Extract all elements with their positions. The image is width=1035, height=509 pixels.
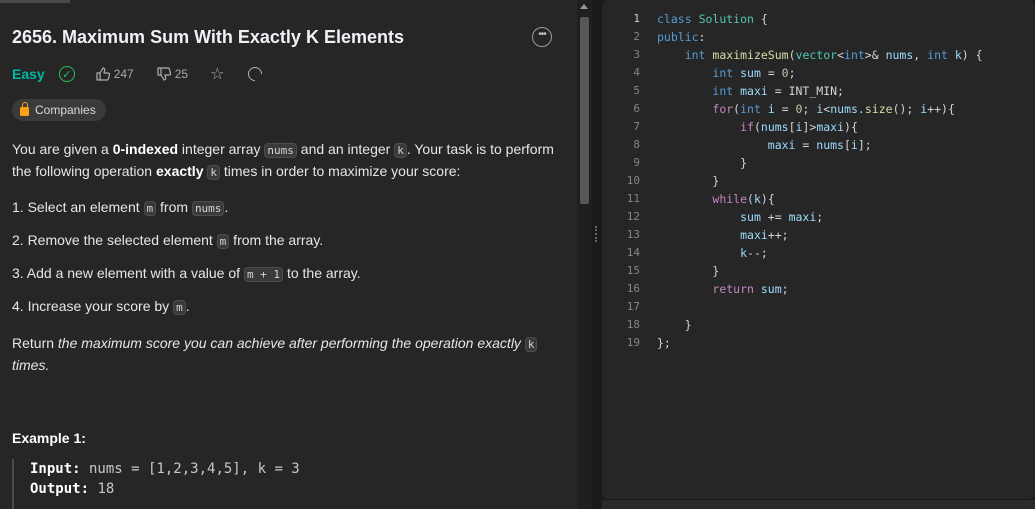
code-line[interactable]: 2 public: xyxy=(602,28,1035,46)
companies-label: Companies xyxy=(35,103,96,117)
thumbs-down-icon[interactable] xyxy=(156,66,172,82)
description-scrollbar[interactable] xyxy=(577,0,592,509)
example-1-title: Example 1: xyxy=(12,430,86,446)
solved-check-icon: ✓ xyxy=(58,66,75,82)
code-line[interactable]: 17 xyxy=(602,298,1035,316)
code-line[interactable]: 14 k--; xyxy=(602,244,1035,262)
return-paragraph: Return the maximum score you can achieve… xyxy=(12,333,572,376)
drag-handle-icon[interactable] xyxy=(595,226,597,242)
code-line[interactable]: 10 } xyxy=(602,172,1035,190)
step-4: 4. Increase your score by m. xyxy=(12,298,190,315)
code-line[interactable]: 3 int maximizeSum(vector<int>& nums, int… xyxy=(602,46,1035,64)
code-line[interactable]: 18 } xyxy=(602,316,1035,334)
code-line[interactable]: 5 int maxi = INT_MIN; xyxy=(602,82,1035,100)
step-3: 3. Add a new element with a value of m +… xyxy=(12,265,361,282)
step-1: 1. Select an element m from nums. xyxy=(12,199,229,216)
dislikes-count: 25 xyxy=(174,67,189,81)
code-line[interactable]: 6 for(int i = 0; i<nums.size(); i++){ xyxy=(602,100,1035,118)
difficulty-badge: Easy xyxy=(12,66,45,82)
code-line[interactable]: 9 } xyxy=(602,154,1035,172)
description-paragraph: You are given a 0-indexed integer array … xyxy=(12,141,554,180)
problem-panel: 2656. Maximum Sum With Exactly K Element… xyxy=(0,0,577,509)
star-icon[interactable]: ☆ xyxy=(210,64,224,84)
code-line[interactable]: 15 } xyxy=(602,262,1035,280)
step-2: 2. Remove the selected element m from th… xyxy=(12,232,324,249)
code-line[interactable]: 12 sum += maxi; xyxy=(602,208,1035,226)
code-line[interactable]: 7 if(nums[i]>maxi){ xyxy=(602,118,1035,136)
code-line[interactable]: 4 int sum = 0; xyxy=(602,64,1035,82)
thumbs-up-icon[interactable] xyxy=(95,66,111,82)
editor-bottom-bar xyxy=(602,500,1035,509)
code-m: m xyxy=(143,201,157,216)
problem-meta: Easy ✓ 247 25 ☆ xyxy=(12,64,266,84)
code-k: k xyxy=(524,337,538,352)
code-m: m xyxy=(216,234,230,249)
code-line[interactable]: 11 while(k){ xyxy=(602,190,1035,208)
likes-count: 247 xyxy=(113,67,134,81)
code-m: m xyxy=(173,300,186,315)
code-line[interactable]: 13 maxi++; xyxy=(602,226,1035,244)
code-editor[interactable]: 1 class Solution { 2 public: 3 int maximiz… xyxy=(602,0,1035,499)
code-nums: nums xyxy=(191,201,225,216)
code-line[interactable]: 8 maxi = nums[i]; xyxy=(602,136,1035,154)
scroll-thumb[interactable] xyxy=(580,17,589,204)
example-1-block: Input: nums = [1,2,3,4,5], k = 3 Output:… xyxy=(12,459,572,509)
code-m-plus-1: m + 1 xyxy=(243,267,284,282)
code-line[interactable]: 19}; xyxy=(602,334,1035,352)
more-icon[interactable]: ••• xyxy=(532,27,552,47)
code-k: k xyxy=(207,165,220,180)
companies-button[interactable]: Companies xyxy=(12,99,106,121)
tab-indicator xyxy=(0,0,70,3)
code-line[interactable]: 1 class Solution { xyxy=(602,10,1035,28)
code-k: k xyxy=(394,143,407,158)
panel-splitter[interactable] xyxy=(592,0,602,509)
share-icon[interactable] xyxy=(245,64,266,84)
code-nums: nums xyxy=(264,143,297,158)
scroll-up-icon[interactable] xyxy=(580,4,588,9)
problem-title: 2656. Maximum Sum With Exactly K Element… xyxy=(12,27,404,47)
code-line[interactable]: 16 return sum; xyxy=(602,280,1035,298)
lock-icon xyxy=(20,102,29,116)
